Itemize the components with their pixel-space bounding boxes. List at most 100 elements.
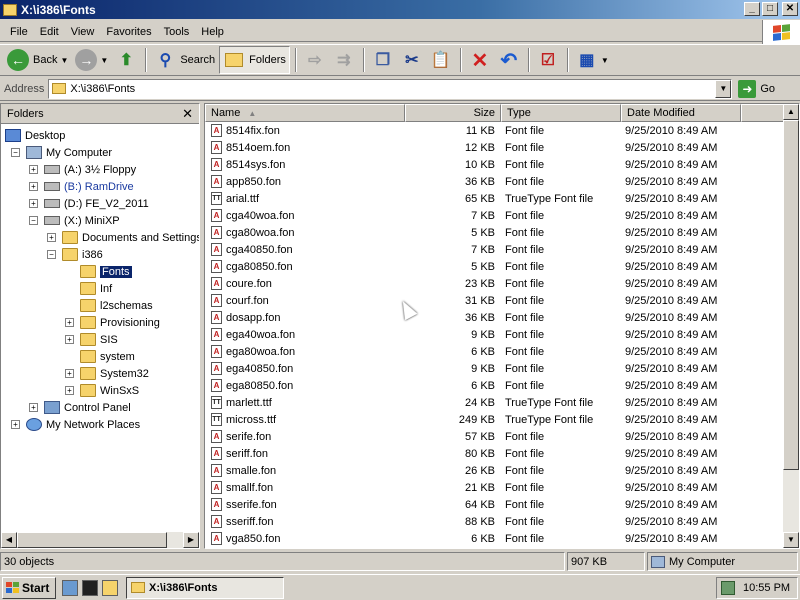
file-row[interactable]: Acga80850.fon 5 KB Font file 9/25/2010 8:49… (205, 258, 785, 275)
title-bar[interactable]: X:\i386\Fonts _ □ ✕ (0, 0, 800, 19)
file-row[interactable]: TT arial.ttf 65 KB TrueType Font file 9/25/2… (205, 190, 785, 207)
properties-button[interactable]: ☑ (534, 46, 562, 74)
tree-node[interactable]: Inf (65, 280, 112, 297)
menu-view[interactable]: View (65, 26, 101, 38)
forward-dropdown-icon[interactable]: ▼ (100, 56, 108, 65)
tree-node[interactable]: − (X:) MiniXP (29, 212, 120, 229)
tree-node[interactable]: + Control Panel (29, 399, 131, 416)
taskbar-item-fonts[interactable]: X:\i386\Fonts (126, 576, 284, 599)
file-row[interactable]: TT micross.ttf 249 KB TrueType Font file 9/2… (205, 411, 785, 428)
expand-icon[interactable]: + (65, 335, 74, 344)
back-dropdown-icon[interactable]: ▼ (60, 56, 68, 65)
tree-node[interactable]: l2schemas (65, 297, 153, 314)
file-row[interactable]: Aega80woa.fon 6 KB Font file 9/25/2010 8:49… (205, 343, 785, 360)
scroll-right-icon[interactable]: ▶ (183, 532, 199, 548)
collapse-icon[interactable]: − (29, 216, 38, 225)
maximize-button[interactable]: □ (762, 2, 778, 16)
expand-icon[interactable]: + (29, 199, 38, 208)
vertical-scrollbar[interactable]: ▲ ▼ (783, 104, 799, 548)
tree-node[interactable]: + Documents and Settings (47, 229, 199, 246)
scroll-thumb[interactable] (783, 120, 799, 470)
horizontal-scrollbar[interactable]: ◀ ▶ (1, 532, 199, 548)
paste-button[interactable]: 📋 (427, 46, 455, 74)
expand-icon[interactable]: + (65, 386, 74, 395)
column-type[interactable]: Type (501, 104, 621, 122)
collapse-icon[interactable]: − (11, 148, 20, 157)
menu-edit[interactable]: Edit (34, 26, 65, 38)
menu-help[interactable]: Help (195, 26, 230, 38)
explorer-icon[interactable] (62, 579, 78, 596)
column-name[interactable]: Name ▲ (205, 104, 405, 122)
file-row[interactable]: Asmalle.fon 26 KB Font file 9/25/2010 8:49 … (205, 462, 785, 479)
expand-icon[interactable]: + (29, 403, 38, 412)
file-row[interactable]: Acoure.fon 23 KB Font file 9/25/2010 8:49 A… (205, 275, 785, 292)
clock[interactable]: 10:55 PM (743, 582, 790, 594)
move-to-button[interactable]: ⇨ (301, 46, 329, 74)
scroll-thumb[interactable] (17, 532, 167, 548)
folders-button[interactable]: Folders (219, 46, 290, 74)
tree-node[interactable]: Fonts (65, 263, 132, 280)
views-button[interactable]: ▦ ▼ (573, 46, 612, 74)
file-row[interactable]: Aega40850.fon 9 KB Font file 9/25/2010 8:49… (205, 360, 785, 377)
file-row[interactable]: A 8514oem.fon 12 KB Font file 9/25/2010 8:49… (205, 139, 785, 156)
column-date-modified[interactable]: Date Modified (621, 104, 741, 122)
file-row[interactable]: Aapp850.fon 36 KB Font file 9/25/2010 8:49 … (205, 173, 785, 190)
tree-node[interactable]: system (65, 348, 135, 365)
tree-node[interactable]: + SIS (65, 331, 118, 348)
scroll-left-icon[interactable]: ◀ (1, 532, 17, 548)
file-row[interactable]: Avga850.fon 6 KB Font file 9/25/2010 8:49 A… (205, 530, 785, 547)
file-row[interactable]: Aega80850.fon 6 KB Font file 9/25/2010 8:49… (205, 377, 785, 394)
file-row[interactable]: Acga40woa.fon 7 KB Font file 9/25/2010 8:49… (205, 207, 785, 224)
file-row[interactable]: Acga40850.fon 7 KB Font file 9/25/2010 8:49… (205, 241, 785, 258)
expand-icon[interactable]: + (65, 369, 74, 378)
menu-tools[interactable]: Tools (158, 26, 196, 38)
tree-node[interactable]: + System32 (65, 365, 149, 382)
close-button[interactable]: ✕ (782, 2, 798, 16)
tree-node[interactable]: + (D:) FE_V2_2011 (29, 195, 149, 212)
go-button[interactable]: ➜ Go (738, 79, 775, 98)
copy-to-button[interactable]: ⇉ (330, 46, 358, 74)
file-row[interactable]: Asseriff.fon 88 KB Font file 9/25/2010 8:49… (205, 513, 785, 530)
scroll-up-icon[interactable]: ▲ (783, 104, 799, 120)
collapse-icon[interactable]: − (47, 250, 56, 259)
column-size[interactable]: Size (405, 104, 501, 122)
file-row[interactable]: Acourf.fon 31 KB Font file 9/25/2010 8:49 A… (205, 292, 785, 309)
address-dropdown-icon[interactable]: ▼ (715, 79, 732, 98)
delete-button[interactable]: ✕ (466, 46, 494, 74)
views-dropdown-icon[interactable]: ▼ (601, 56, 609, 65)
expand-icon[interactable]: + (65, 318, 74, 327)
up-button[interactable]: ⬆ (112, 46, 140, 74)
cut-button[interactable]: ✂ (398, 46, 426, 74)
file-row[interactable]: Adosapp.fon 36 KB Font file 9/25/2010 8:49 … (205, 309, 785, 326)
file-row[interactable]: Aseriff.fon 80 KB Font file 9/25/2010 8:49 … (205, 445, 785, 462)
expand-icon[interactable]: + (47, 233, 56, 242)
expand-icon[interactable]: + (11, 420, 20, 429)
forward-button[interactable]: → ▼ (72, 46, 111, 74)
copy-button[interactable]: ❐ (369, 46, 397, 74)
file-row[interactable]: TT marlett.ttf 24 KB TrueType Font file 9/25… (205, 394, 785, 411)
start-button[interactable]: Start (2, 576, 56, 599)
tree-node[interactable]: Desktop (5, 127, 65, 144)
tree-node[interactable]: + (A:) 3½ Floppy (29, 161, 136, 178)
file-row[interactable]: Aega40woa.fon 9 KB Font file 9/25/2010 8:49… (205, 326, 785, 343)
file-row[interactable]: A 8514sys.fon 10 KB Font file 9/25/2010 8:49… (205, 156, 785, 173)
minimize-button[interactable]: _ (744, 2, 760, 16)
command-prompt-icon[interactable] (82, 579, 98, 596)
close-icon[interactable]: ✕ (182, 106, 193, 122)
search-button[interactable]: ⚲ Search (151, 46, 218, 74)
tree-node[interactable]: + My Network Places (11, 416, 140, 433)
back-button[interactable]: ← Back ▼ (4, 46, 71, 74)
tree-node[interactable]: + (B:) RamDrive (29, 178, 134, 195)
expand-icon[interactable]: + (29, 182, 38, 191)
address-input[interactable]: X:\i386\Fonts ▼ (48, 78, 733, 99)
tree-node[interactable]: + Provisioning (65, 314, 160, 331)
file-row[interactable]: Asmallf.fon 21 KB Font file 9/25/2010 8:49 … (205, 479, 785, 496)
tray-icon[interactable] (721, 581, 735, 595)
tree-node[interactable]: + WinSxS (65, 382, 139, 399)
tree-node[interactable]: − My Computer (11, 144, 112, 161)
menu-file[interactable]: File (4, 26, 34, 38)
file-row[interactable]: Acga80woa.fon 5 KB Font file 9/25/2010 8:49… (205, 224, 785, 241)
undo-button[interactable]: ↶ (495, 46, 523, 74)
expand-icon[interactable]: + (29, 165, 38, 174)
file-row[interactable]: Aserife.fon 57 KB Font file 9/25/2010 8:49 … (205, 428, 785, 445)
